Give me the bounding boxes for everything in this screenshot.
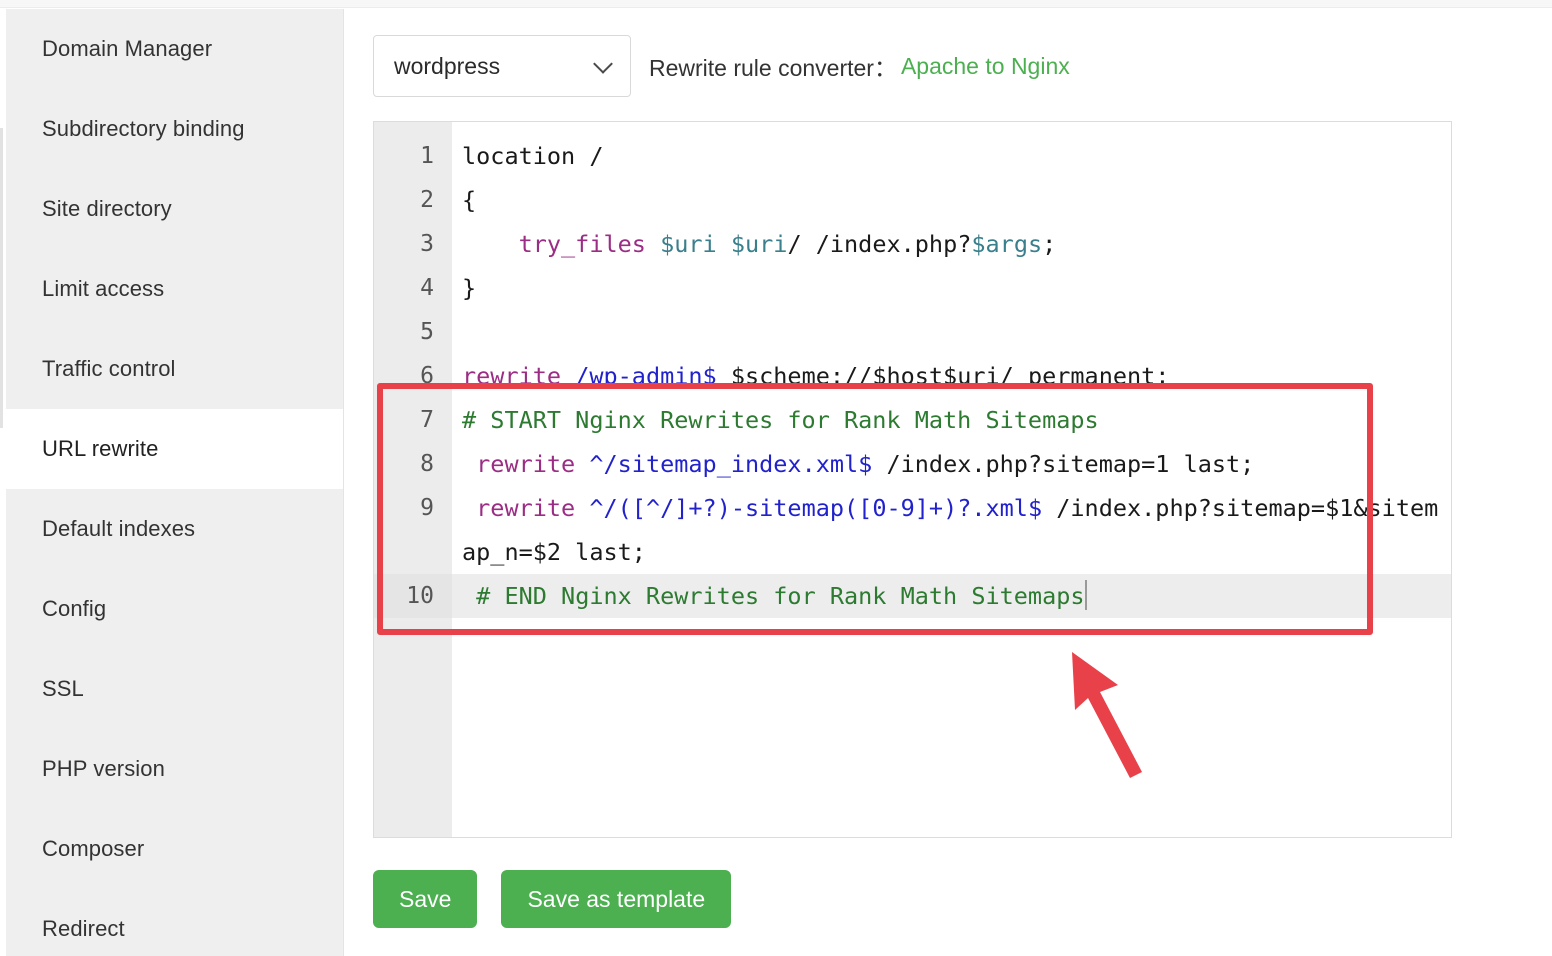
code-line[interactable]: 5 (374, 310, 1451, 354)
line-content[interactable]: # END Nginx Rewrites for Rank Math Sitem… (452, 574, 1451, 618)
code-line[interactable]: 3 try_files $uri $uri/ /index.php?$args; (374, 222, 1451, 266)
preset-select-value: wordpress (394, 53, 500, 80)
sidebar-item-label: Limit access (42, 276, 164, 302)
sidebar-item-label: SSL (42, 676, 84, 702)
line-number: 4 (374, 266, 452, 310)
sidebar-item-label: Domain Manager (42, 36, 212, 62)
line-number: 1 (374, 134, 452, 178)
line-content[interactable]: rewrite ^/([^/]+?)-sitemap([0-9]+)?.xml$… (452, 486, 1451, 574)
line-number: 9 (374, 486, 452, 530)
sidebar-item-label: Default indexes (42, 516, 195, 542)
sidebar-item-site-directory[interactable]: Site directory (6, 169, 343, 249)
main-content: wordpress Rewrite rule converter： Apache… (345, 9, 1552, 956)
sidebar-item-php-version[interactable]: PHP version (6, 729, 343, 809)
sidebar-item-label: Redirect (42, 916, 125, 942)
line-number: 5 (374, 310, 452, 354)
sidebar-item-redirect[interactable]: Redirect (6, 889, 343, 956)
sidebar-item-label: Composer (42, 836, 144, 862)
sidebar-item-url-rewrite[interactable]: URL rewrite (6, 409, 343, 489)
line-content[interactable]: rewrite /wp-admin$ $scheme://$host$uri/ … (452, 354, 1451, 398)
code-lines[interactable]: 1 location / 2 { 3 try_files $uri $uri/ … (374, 134, 1451, 618)
save-button[interactable]: Save (373, 870, 477, 928)
text-cursor (1085, 580, 1087, 610)
sidebar-item-limit-access[interactable]: Limit access (6, 249, 343, 329)
preset-select[interactable]: wordpress (373, 35, 631, 97)
code-line[interactable]: 6 rewrite /wp-admin$ $scheme://$host$uri… (374, 354, 1451, 398)
code-line[interactable]: 1 location / (374, 134, 1451, 178)
sidebar-item-traffic-control[interactable]: Traffic control (6, 329, 343, 409)
code-line-active[interactable]: 10 # END Nginx Rewrites for Rank Math Si… (374, 574, 1451, 618)
code-line[interactable]: 2 { (374, 178, 1451, 222)
code-editor[interactable]: 1 location / 2 { 3 try_files $uri $uri/ … (373, 121, 1452, 838)
line-number: 7 (374, 398, 452, 442)
line-content[interactable]: location / (452, 134, 1451, 178)
editor-action-buttons: Save Save as template (373, 870, 731, 928)
line-content[interactable]: } (452, 266, 1451, 310)
code-line[interactable]: 9 rewrite ^/([^/]+?)-sitemap([0-9]+)?.xm… (374, 486, 1451, 574)
sidebar-item-composer[interactable]: Composer (6, 809, 343, 889)
sidebar-nav: Domain Manager Subdirectory binding Site… (6, 9, 344, 956)
sidebar-item-label: PHP version (42, 756, 165, 782)
code-line[interactable]: 7 # START Nginx Rewrites for Rank Math S… (374, 398, 1451, 442)
page-scrollbar-thumb[interactable] (0, 128, 3, 428)
converter-label: Rewrite rule converter： (649, 49, 897, 83)
sidebar-item-default-indexes[interactable]: Default indexes (6, 489, 343, 569)
sidebar-item-label: Subdirectory binding (42, 116, 245, 142)
apache-to-nginx-link[interactable]: Apache to Nginx (901, 53, 1070, 80)
line-number: 8 (374, 442, 452, 486)
line-number: 6 (374, 354, 452, 398)
editor-toolbar: wordpress Rewrite rule converter： Apache… (373, 35, 1070, 97)
sidebar-item-subdirectory-binding[interactable]: Subdirectory binding (6, 89, 343, 169)
sidebar-item-config[interactable]: Config (6, 569, 343, 649)
line-content[interactable]: rewrite ^/sitemap_index.xml$ /index.php?… (452, 442, 1451, 486)
sidebar-item-domain-manager[interactable]: Domain Manager (6, 9, 343, 89)
sidebar-item-label: Traffic control (42, 356, 176, 382)
window-top-strip (0, 0, 1552, 8)
code-line[interactable]: 4 } (374, 266, 1451, 310)
save-as-template-button[interactable]: Save as template (501, 870, 731, 928)
code-line[interactable]: 8 rewrite ^/sitemap_index.xml$ /index.ph… (374, 442, 1451, 486)
line-content[interactable]: # START Nginx Rewrites for Rank Math Sit… (452, 398, 1451, 442)
line-content[interactable]: try_files $uri $uri/ /index.php?$args; (452, 222, 1451, 266)
line-number: 2 (374, 178, 452, 222)
sidebar-item-label: Site directory (42, 196, 172, 222)
sidebar-item-label: Config (42, 596, 106, 622)
line-number: 10 (374, 574, 452, 618)
line-number: 3 (374, 222, 452, 266)
line-content[interactable]: { (452, 178, 1451, 222)
page-root: Domain Manager Subdirectory binding Site… (0, 0, 1552, 956)
sidebar-item-ssl[interactable]: SSL (6, 649, 343, 729)
chevron-down-icon (593, 54, 613, 74)
line-content[interactable] (452, 310, 1451, 354)
sidebar-item-label: URL rewrite (42, 436, 158, 462)
